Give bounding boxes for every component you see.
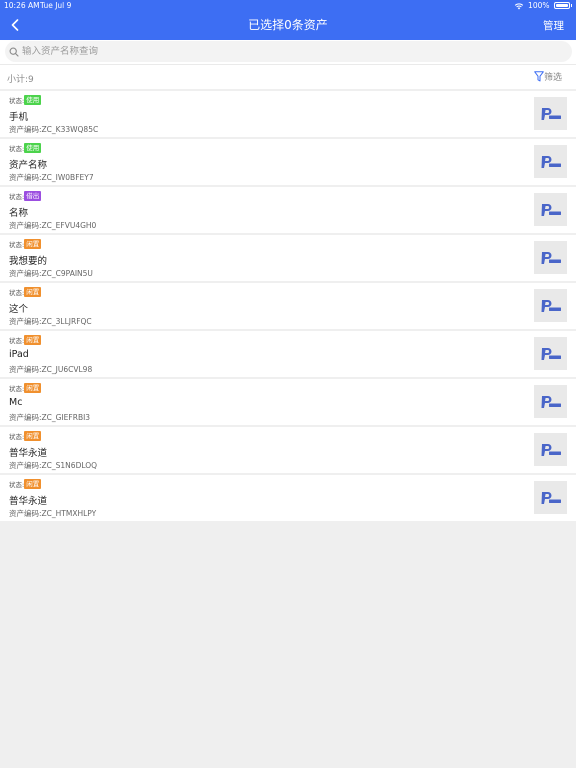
asset-list: 状态: 使用 手机 资产编码:ZC_K33WQ85C 状态: 使用 资产名称 资产编码:ZC_… (0, 91, 576, 523)
status-label: 状态: (9, 289, 25, 297)
status-label: 状态: (9, 337, 25, 345)
asset-list-item[interactable]: 状态: 闲置普华永道资产编码:ZC_S1N6DLOQ (0, 427, 576, 473)
asset-thumbnail (534, 241, 567, 274)
status-badge: 闲置 (24, 479, 42, 489)
asset-list-item[interactable]: 状态: 闲置 Mc 资产编码:ZC_GIEFRBI3 (0, 379, 576, 425)
asset-code: 资产编码:ZC_S1N6DLOQ (9, 461, 98, 470)
status-badge: 闲置 (24, 335, 42, 345)
status-row: 状态: 闲置 (9, 239, 42, 249)
search-box[interactable] (5, 41, 572, 62)
status-row: 状态: 使用 (9, 95, 42, 105)
asset-list-item[interactable]: 状态: 闲置我想要的资产编码:ZC_C9PAIN5U (0, 235, 576, 281)
asset-name: iPad (9, 349, 29, 360)
status-label: 状态: (9, 145, 25, 153)
asset-name: 这个 (9, 304, 29, 315)
status-label: 状态: (9, 385, 25, 393)
battery-icon (553, 2, 570, 9)
asset-thumbnail (534, 289, 567, 322)
status-badge: 借出 (24, 191, 42, 201)
battery-tip (570, 4, 572, 7)
filter-button[interactable]: 筛选 (534, 70, 562, 83)
status-label: 状态: (9, 433, 25, 441)
asset-list-item[interactable]: 状态: 闲置普华永道资产编码:ZC_HTMXHLPY (0, 475, 576, 521)
status-badge: 闲置 (24, 431, 42, 441)
page-title: 已选择0条资产 (248, 18, 328, 32)
status-label: 状态: (9, 241, 25, 249)
asset-code: 资产编码:ZC_IW0BFEY7 (9, 173, 94, 182)
asset-list-item[interactable]: 状态: 闲置这个资产编码:ZC_3LLJRFQC (0, 283, 576, 329)
asset-thumbnail (534, 385, 567, 418)
top-header: 10:26 AM Tue Jul 9 100% 已选择0条资产 管理 (0, 0, 576, 40)
status-time: 10:26 AM (4, 1, 40, 10)
asset-thumbnail (534, 145, 567, 178)
search-input[interactable] (22, 46, 562, 57)
status-label: 状态: (9, 193, 25, 201)
battery-percent: 100% (528, 1, 550, 10)
brand-logo-icon (541, 155, 561, 168)
search-icon (9, 47, 19, 57)
brand-logo-icon (541, 203, 561, 216)
search-bar (0, 40, 576, 64)
asset-code: 资产编码:ZC_HTMXHLPY (9, 509, 97, 518)
status-bar: 10:26 AM Tue Jul 9 100% (0, 0, 576, 12)
asset-name: 普华永道 (9, 496, 48, 507)
brand-logo-icon (541, 443, 561, 456)
brand-logo-icon (541, 107, 561, 120)
asset-list-item[interactable]: 状态: 闲置 iPad 资产编码:ZC_JU6CVL98 (0, 331, 576, 377)
brand-logo-icon (541, 395, 561, 408)
status-row: 状态: 闲置 (9, 383, 42, 393)
brand-logo-icon (541, 491, 561, 504)
status-badge: 闲置 (24, 287, 42, 297)
asset-list-item[interactable]: 状态: 使用手机资产编码:ZC_K33WQ85C (0, 91, 576, 137)
asset-thumbnail (534, 193, 567, 226)
status-badge: 使用 (24, 95, 42, 105)
manage-button[interactable]: 管理 (543, 18, 564, 33)
status-badge: 使用 (24, 143, 42, 153)
asset-code: 资产编码:ZC_EFVU4GH0 (9, 221, 97, 230)
status-row: 状态: 闲置 (9, 335, 42, 345)
asset-name: 手机 (9, 112, 29, 123)
brand-logo-icon (541, 251, 561, 264)
status-row: 状态: 使用 (9, 143, 42, 153)
brand-logo-icon (541, 347, 561, 360)
asset-code: 资产编码:ZC_3LLJRFQC (9, 317, 92, 326)
status-row: 状态: 闲置 (9, 479, 42, 489)
asset-list-item[interactable]: 状态: 使用资产名称资产编码:ZC_IW0BFEY7 (0, 139, 576, 185)
status-row: 状态: 闲置 (9, 287, 42, 297)
subtotal-count: 小计:9 (7, 75, 34, 85)
asset-code: 资产编码:ZC_K33WQ85C (9, 125, 99, 134)
asset-name: 我想要的 (9, 256, 48, 267)
asset-code: 资产编码:ZC_GIEFRBI3 (9, 413, 91, 422)
asset-thumbnail (534, 97, 567, 130)
status-label: 状态: (9, 97, 25, 105)
filter-icon (534, 71, 544, 82)
asset-name: 资产名称 (9, 160, 48, 171)
status-indicators: 100% (514, 1, 572, 10)
asset-list-item[interactable]: 状态: 借出名称资产编码:ZC_EFVU4GH0 (0, 187, 576, 233)
status-date: Tue Jul 9 (40, 1, 72, 10)
filter-label: 筛选 (543, 73, 562, 83)
status-badge: 闲置 (24, 239, 42, 249)
status-badge: 闲置 (24, 383, 42, 393)
asset-name: 普华永道 (9, 448, 48, 459)
asset-thumbnail (534, 337, 567, 370)
status-row: 状态: 闲置 (9, 431, 42, 441)
status-label: 状态: (9, 481, 25, 489)
asset-thumbnail (534, 433, 567, 466)
wifi-icon (514, 2, 524, 9)
brand-logo-icon (541, 299, 561, 312)
summary-bar: 小计:9 筛选 (0, 64, 576, 89)
asset-thumbnail (534, 481, 567, 514)
asset-code: 资产编码:ZC_C9PAIN5U (9, 269, 93, 278)
asset-name: 名称 (9, 208, 29, 219)
asset-name: Mc (9, 397, 23, 408)
status-row: 状态: 借出 (9, 191, 42, 201)
asset-code: 资产编码:ZC_JU6CVL98 (9, 365, 93, 374)
